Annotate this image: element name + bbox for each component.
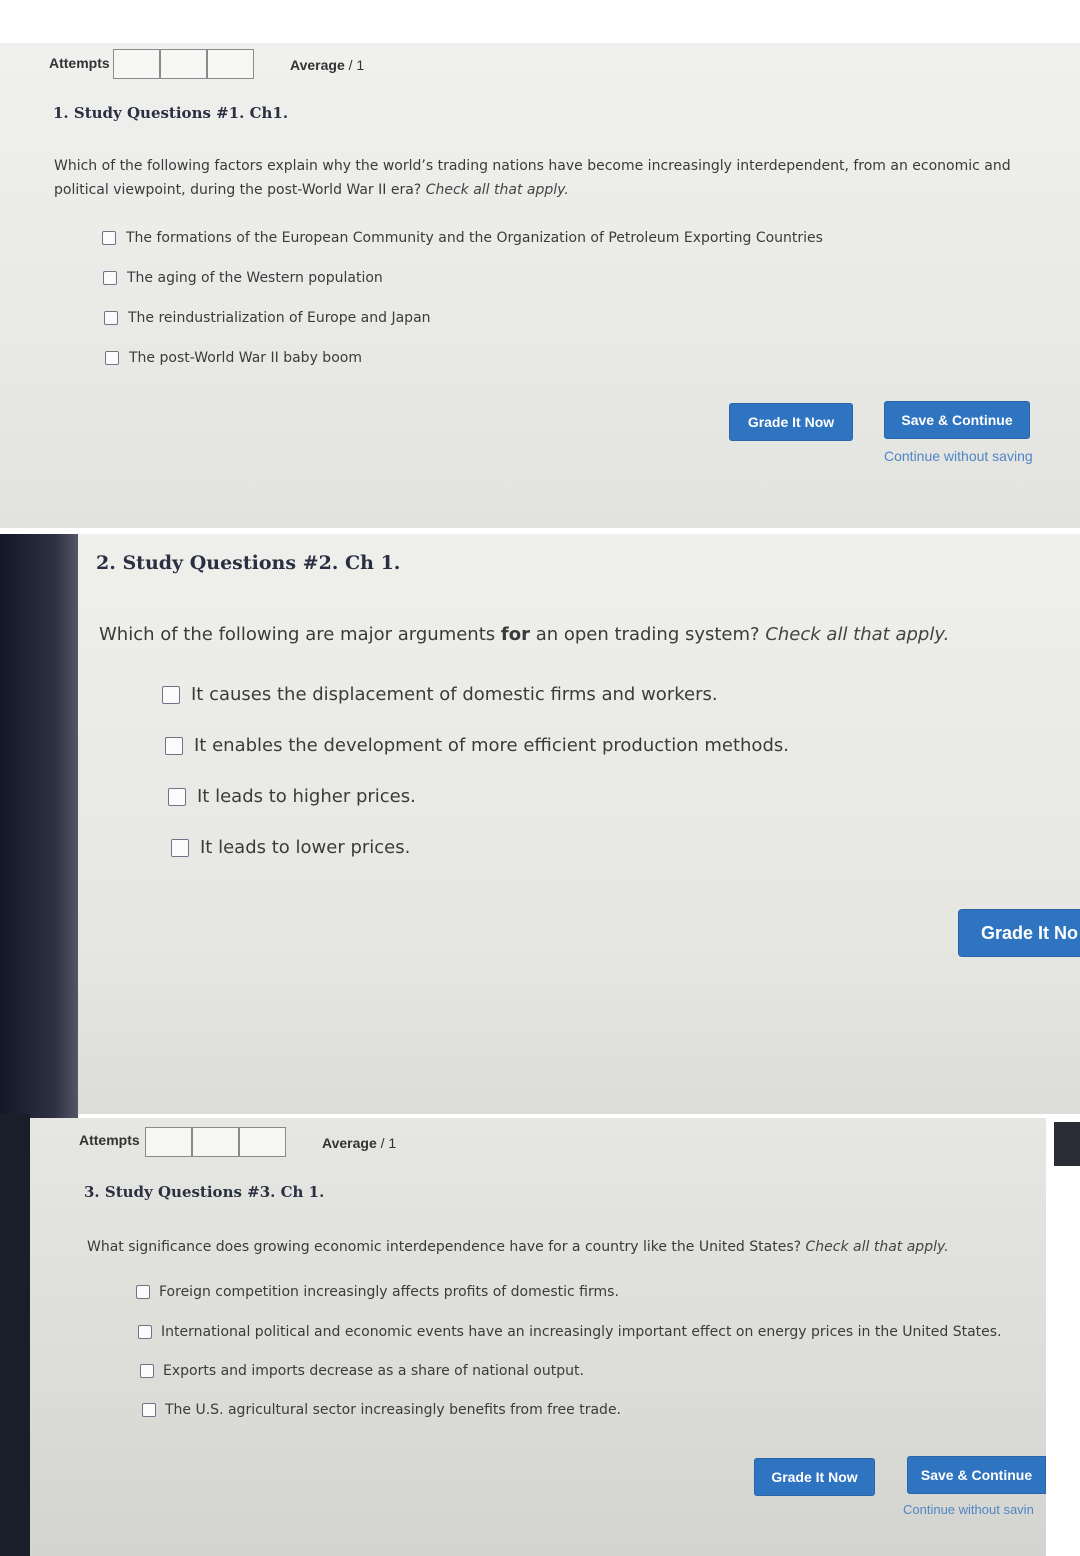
- checkbox[interactable]: [103, 271, 117, 285]
- question-body-end: an open trading system?: [535, 624, 760, 645]
- option-1[interactable]: It causes the displacement of domestic f…: [162, 684, 718, 705]
- checkbox[interactable]: [168, 787, 186, 806]
- instruction-text: Check all that apply.: [765, 624, 950, 645]
- option-label: The formations of the European Community…: [126, 230, 823, 246]
- checkbox[interactable]: [142, 1403, 156, 1417]
- attempt-box: [160, 49, 207, 79]
- save-continue-button[interactable]: Save & Continue: [907, 1456, 1046, 1494]
- average-value: / 1: [380, 1135, 397, 1151]
- attempt-box: [113, 49, 160, 79]
- option-label: It causes the displacement of domestic f…: [191, 684, 718, 705]
- browser-icon-edge: [1054, 1122, 1080, 1166]
- question-panel-2: 2. Study Questions #2. Ch 1. Which of th…: [78, 534, 1080, 1114]
- option-label: It enables the development of more effic…: [194, 735, 789, 756]
- checkbox[interactable]: [140, 1364, 154, 1378]
- option-label: The U.S. agricultural sector increasingl…: [165, 1402, 622, 1418]
- option-1[interactable]: Foreign competition increasingly affects…: [136, 1284, 619, 1300]
- option-label: The aging of the Western population: [127, 270, 383, 286]
- question-emphasis: for: [500, 624, 530, 645]
- option-label: International political and economic eve…: [161, 1324, 1002, 1340]
- question-text: Which of the following are major argumen…: [99, 620, 999, 651]
- average-label: Average: [322, 1135, 377, 1151]
- option-2[interactable]: The aging of the Western population: [103, 270, 383, 286]
- checkbox[interactable]: [165, 736, 183, 755]
- continue-without-saving-link[interactable]: Continue without savin: [903, 1502, 1034, 1517]
- question-title: 1. Study Questions #1. Ch1.: [53, 104, 289, 122]
- grade-it-now-button[interactable]: Grade It Now: [754, 1458, 875, 1496]
- attempt-box: [145, 1127, 192, 1157]
- attempt-boxes: [145, 1127, 286, 1157]
- attempt-box: [192, 1127, 239, 1157]
- checkbox[interactable]: [136, 1285, 150, 1299]
- question-body: Which of the following are major argumen…: [99, 624, 496, 645]
- option-3[interactable]: Exports and imports decrease as a share …: [140, 1363, 584, 1379]
- save-continue-button[interactable]: Save & Continue: [884, 401, 1030, 439]
- checkbox[interactable]: [138, 1325, 152, 1339]
- question-title: 2. Study Questions #2. Ch 1.: [96, 552, 401, 574]
- checkbox[interactable]: [104, 311, 118, 325]
- instruction-text: Check all that apply.: [425, 181, 569, 198]
- option-4[interactable]: It leads to lower prices.: [171, 837, 410, 858]
- option-label: Exports and imports decrease as a share …: [163, 1363, 584, 1379]
- option-4[interactable]: The post-World War II baby boom: [105, 350, 362, 366]
- option-3[interactable]: It leads to higher prices.: [168, 786, 416, 807]
- option-label: Foreign competition increasingly affects…: [159, 1284, 619, 1300]
- option-label: It leads to lower prices.: [200, 837, 411, 858]
- question-panel-1: Attempts Average / 1 1. Study Questions …: [0, 43, 1080, 528]
- question-body: What significance does growing economic …: [87, 1239, 802, 1255]
- question-panel-3: Attempts Average / 1 3. Study Questions …: [30, 1118, 1046, 1556]
- continue-without-saving-link[interactable]: Continue without saving: [884, 448, 1033, 464]
- option-3[interactable]: The reindustrialization of Europe and Ja…: [104, 310, 431, 326]
- grade-it-now-button[interactable]: Grade It No: [958, 909, 1080, 957]
- monitor-bezel: [0, 1114, 30, 1556]
- attempt-box: [207, 49, 254, 79]
- grade-it-now-button[interactable]: Grade It Now: [729, 403, 853, 441]
- average-score: Average / 1: [290, 57, 364, 73]
- monitor-bezel: [0, 534, 78, 1166]
- average-score: Average / 1: [322, 1135, 396, 1151]
- option-1[interactable]: The formations of the European Community…: [102, 230, 823, 246]
- attempt-box: [239, 1127, 286, 1157]
- attempts-label: Attempts: [49, 55, 110, 71]
- checkbox[interactable]: [162, 685, 180, 704]
- average-value: / 1: [348, 57, 365, 73]
- option-2[interactable]: International political and economic eve…: [138, 1324, 1002, 1340]
- average-label: Average: [290, 57, 345, 73]
- question-text: What significance does growing economic …: [87, 1236, 987, 1260]
- checkbox[interactable]: [171, 838, 189, 857]
- question-title: 3. Study Questions #3. Ch 1.: [84, 1183, 325, 1201]
- attempts-label: Attempts: [79, 1132, 140, 1148]
- question-text: Which of the following factors explain w…: [54, 155, 1014, 203]
- option-label: The reindustrialization of Europe and Ja…: [128, 310, 431, 326]
- option-label: It leads to higher prices.: [197, 786, 416, 807]
- checkbox[interactable]: [105, 351, 119, 365]
- instruction-text: Check all that apply.: [805, 1239, 949, 1255]
- option-label: The post-World War II baby boom: [129, 350, 362, 366]
- option-2[interactable]: It enables the development of more effic…: [165, 735, 789, 756]
- checkbox[interactable]: [102, 231, 116, 245]
- option-4[interactable]: The U.S. agricultural sector increasingl…: [142, 1402, 621, 1418]
- attempt-boxes: [113, 49, 254, 79]
